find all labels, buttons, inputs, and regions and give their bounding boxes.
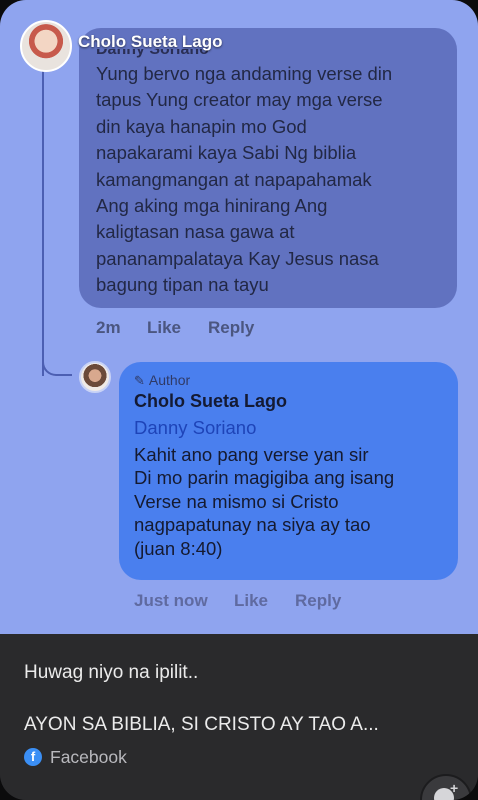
author-badge-label: Author: [148, 372, 191, 388]
comment-2-author[interactable]: Cholo Sueta Lago: [134, 391, 287, 412]
comment-1-reply-button[interactable]: Reply: [208, 318, 254, 338]
comment-2-timestamp: Just now: [134, 591, 208, 610]
preview-source: f Facebook: [24, 746, 127, 768]
shared-post-card[interactable]: Danny Soriano Yung bervo nga andaming ve…: [0, 0, 478, 800]
preview-title: Huwag niyo na ipilit..: [24, 662, 199, 683]
poster-avatar[interactable]: [20, 20, 72, 72]
comment-2-text: Kahit ano pang verse yan sir Di mo parin…: [134, 444, 395, 559]
comment-screenshot-image: Danny Soriano Yung bervo nga andaming ve…: [0, 0, 478, 634]
pencil-icon: ✎: [134, 373, 145, 388]
comment-1-timestamp: 2m: [96, 318, 121, 337]
comment-2-reply-button[interactable]: Reply: [295, 591, 341, 611]
facebook-icon: f: [24, 748, 42, 766]
reply-thread-line: [42, 70, 44, 376]
mention-link[interactable]: Danny Soriano: [134, 417, 256, 439]
commenter-avatar[interactable]: [79, 361, 111, 393]
comment-1-text: Yung bervo nga andaming verse din tapus …: [96, 63, 393, 296]
comment-1-like-button[interactable]: Like: [147, 318, 181, 338]
poster-name[interactable]: Cholo Sueta Lago: [78, 32, 223, 52]
author-badge: ✎ Author: [134, 372, 190, 389]
comment-2-like-button[interactable]: Like: [234, 591, 268, 611]
preview-subtitle: AYON SA BIBLIA, SI CRISTO AY TAO A...: [24, 714, 379, 735]
reply-thread-connector: [42, 360, 72, 376]
preview-source-label: Facebook: [50, 746, 127, 767]
plus-icon: +: [450, 780, 459, 796]
